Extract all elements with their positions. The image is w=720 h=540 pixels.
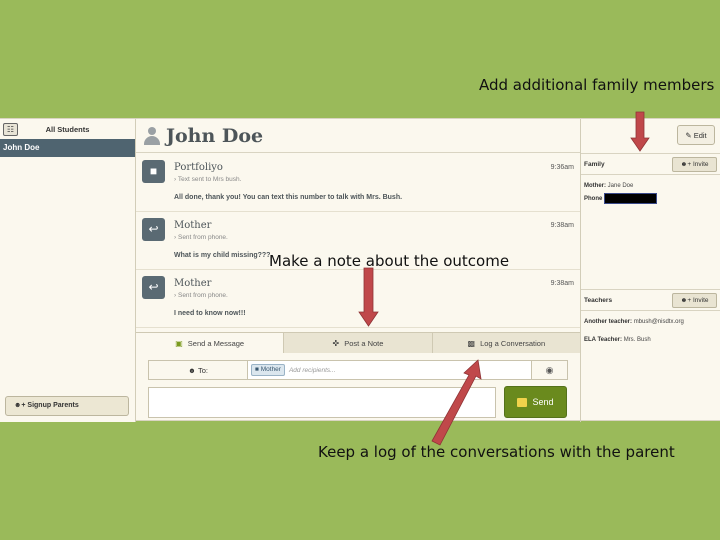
recipient-chip-label: Mother (260, 366, 281, 373)
message-sender: Mother (174, 220, 212, 231)
message-textarea[interactable] (148, 387, 496, 418)
message-meta-text: Sent from phone. (177, 234, 228, 241)
edit-button[interactable]: ✎ Edit (677, 125, 715, 145)
invite-label: Invite (692, 297, 709, 304)
invite-family-button[interactable]: ☻+ Invite (672, 157, 717, 172)
teacher-row: ELA Teacher: Mrs. Bush (584, 337, 651, 343)
tab-send-message[interactable]: ▣ Send a Message (136, 333, 284, 353)
teacher-row: Another teacher: mbush@nisdtx.org (584, 319, 684, 325)
conversation-panel: John Doe ■ Portfoliyo › Text sent to Mrs… (136, 119, 580, 422)
family-section-header: Family ☻+ Invite (581, 153, 720, 175)
send-icon (517, 397, 528, 407)
chat-bubbles-icon: ▩ (467, 338, 476, 348)
contacts-panel: ✎ Edit Family ☻+ Invite Mother: Jane Doe… (580, 119, 720, 422)
signup-parents-button[interactable]: ☻+ Signup Parents (5, 396, 129, 416)
edit-label: Edit (693, 130, 707, 140)
message-item: ↩ Mother › Sent from phone. I need to kn… (136, 270, 580, 328)
message-sender: Mother (174, 278, 212, 289)
recipients-row: ☻ To: ■ Mother Add recipients... ◉ (148, 360, 568, 380)
sidebar-item-student[interactable]: John Doe (0, 139, 135, 157)
student-header: John Doe (136, 119, 580, 153)
page-title: John Doe (166, 124, 264, 147)
tab-label: Log a Conversation (480, 338, 546, 348)
user-icon: ☻ (188, 365, 198, 375)
message-item: ■ Portfoliyo › Text sent to Mrs bush. Al… (136, 154, 580, 212)
phone-label: Phone (584, 196, 603, 203)
callout-add-family: Add additional family members (479, 76, 715, 94)
message-meta-text: Text sent to Mrs bush. (177, 176, 242, 183)
tab-label: Send a Message (187, 338, 245, 348)
message-list[interactable]: ■ Portfoliyo › Text sent to Mrs bush. Al… (136, 154, 580, 332)
message-time: 9:38am (550, 280, 574, 287)
mother-label: Mother: (584, 183, 606, 189)
invite-label: Invite (692, 161, 709, 168)
tab-log-conversation[interactable]: ▩ Log a Conversation (431, 333, 580, 353)
invite-teacher-button[interactable]: ☻+ Invite (672, 293, 717, 308)
message-meta-text: Sent from phone. (177, 292, 228, 299)
reply-icon: ↩ (142, 276, 165, 299)
speech-bubble-icon: ■ (142, 160, 165, 183)
family-member-phone: Phone (584, 193, 658, 204)
pin-icon: ✜ (332, 338, 340, 348)
send-label: Send (532, 397, 554, 407)
globe-icon[interactable]: ◉ (531, 361, 567, 379)
teachers-label: Teachers (584, 297, 613, 304)
student-sidebar: ☷ All Students John Doe ☻+ Signup Parent… (0, 119, 136, 422)
teacher-role: Another teacher: (584, 319, 633, 325)
send-button[interactable]: Send (504, 386, 567, 418)
message-meta: › Text sent to Mrs bush. (174, 176, 242, 183)
add-user-icon: ☻+ (680, 161, 693, 168)
message-time: 9:38am (550, 222, 574, 229)
message-body: All done, thank you! You can text this n… (174, 194, 403, 201)
family-label: Family (584, 161, 605, 168)
teacher-role: ELA Teacher: (584, 337, 623, 343)
add-user-icon: ☻+ (680, 297, 693, 304)
recipients-placeholder: Add recipients... (288, 366, 336, 374)
recipient-chip[interactable]: ■ Mother (251, 364, 285, 376)
sidebar-header: ☷ All Students (0, 119, 135, 139)
redacted-phone (604, 193, 658, 204)
signup-parents-label: Signup Parents (27, 402, 79, 409)
pencil-icon: ✎ (685, 130, 694, 140)
to-button[interactable]: ☻ To: (149, 361, 248, 379)
teacher-value: Mrs. Bush (623, 337, 651, 343)
message-sender: Portfoliyo (174, 162, 223, 173)
tab-post-note[interactable]: ✜ Post a Note (283, 333, 432, 353)
message-meta: › Sent from phone. (174, 292, 228, 299)
teacher-value: mbush@nisdtx.org (633, 319, 684, 325)
callout-make-note: Make a note about the outcome (269, 252, 510, 270)
message-meta: › Sent from phone. (174, 234, 228, 241)
tab-label: Post a Note (344, 338, 384, 348)
to-label: To: (197, 365, 208, 375)
teachers-section-header: Teachers ☻+ Invite (581, 289, 720, 311)
message-time: 9:36am (550, 164, 574, 171)
message-body: What is my child missing??? (174, 252, 271, 259)
mother-name: Jane Doe (607, 183, 634, 189)
reply-icon: ↩ (142, 218, 165, 241)
add-user-icon: ☻+ (14, 402, 26, 409)
family-member-mother: Mother: Jane Doe (584, 183, 633, 189)
user-icon (144, 126, 160, 145)
message-body: I need to know now!!! (174, 310, 246, 317)
compose-tabs: ▣ Send a Message ✜ Post a Note ▩ Log a C… (136, 332, 580, 353)
sidebar-title[interactable]: All Students (18, 125, 135, 134)
roster-icon[interactable]: ☷ (3, 122, 18, 136)
callout-log-conversation: Keep a log of the conversations with the… (318, 443, 675, 461)
message-icon: ▣ (175, 338, 183, 348)
recipients-input[interactable]: ■ Mother Add recipients... (248, 361, 531, 379)
